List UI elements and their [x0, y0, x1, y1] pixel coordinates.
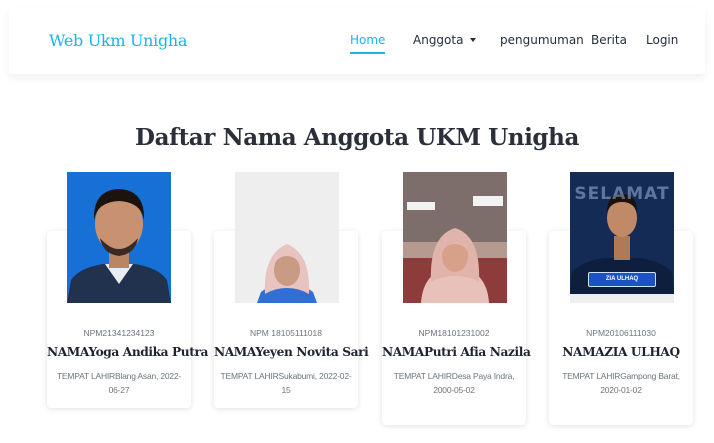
page-title: Daftar Nama Anggota UKM Unigha [135, 124, 579, 151]
nav-berita-link[interactable]: Berita [591, 33, 627, 47]
member-name: NAMAYeyen Novita Sari [214, 345, 369, 359]
member-birth: TEMPAT LAHIRBlang Asan, 2022-06-27 [56, 371, 182, 395]
nav-login-link[interactable]: Login [646, 33, 678, 47]
nav-menu: Home Anggota pengumuman Berita Login [9, 33, 705, 54]
person-portrait-icon [67, 172, 171, 303]
member-photo [403, 172, 507, 303]
photo-overlay-text: SELAMAT [574, 184, 670, 204]
member-photo [67, 172, 171, 303]
caret-down-icon [470, 38, 477, 42]
member-photo [235, 172, 339, 303]
member-name: NAMAYoga Andika Putra [47, 345, 208, 359]
member-birth: TEMPAT LAHIRSukabumi, 2022-02-15 [220, 371, 352, 395]
member-photo: SELAMAT ZIA ULHAQ [570, 172, 674, 303]
nav-home-link[interactable]: Home [350, 33, 386, 54]
nav-pengumuman-link[interactable]: pengumuman [500, 33, 584, 47]
member-name: NAMAZIA ULHAQ [562, 345, 680, 359]
person-portrait-icon [403, 172, 507, 303]
member-npm: NPM20106111030 [586, 328, 656, 338]
member-npm: NPM21341234123 [83, 328, 155, 338]
member-name: NAMAPutri Afia Nazila [382, 345, 531, 359]
member-birth: TEMPAT LAHIRDesa Paya Indra, 2000-05-02 [393, 371, 515, 395]
photo-name-tag: ZIA ULHAQ [588, 272, 656, 287]
navbar: Web Ukm Unigha Home Anggota pengumuman B… [9, 8, 705, 74]
member-npm: NPM18101231002 [418, 328, 490, 338]
person-portrait-icon [235, 172, 339, 303]
member-npm: NPM 18105111018 [250, 328, 322, 338]
nav-anggota-label: Anggota [413, 33, 464, 47]
nav-anggota-dropdown[interactable]: Anggota [413, 33, 477, 47]
photo-bottom-strip [570, 294, 674, 303]
member-birth: TEMPAT LAHIRGampong Barat, 2020-01-02 [562, 371, 680, 395]
